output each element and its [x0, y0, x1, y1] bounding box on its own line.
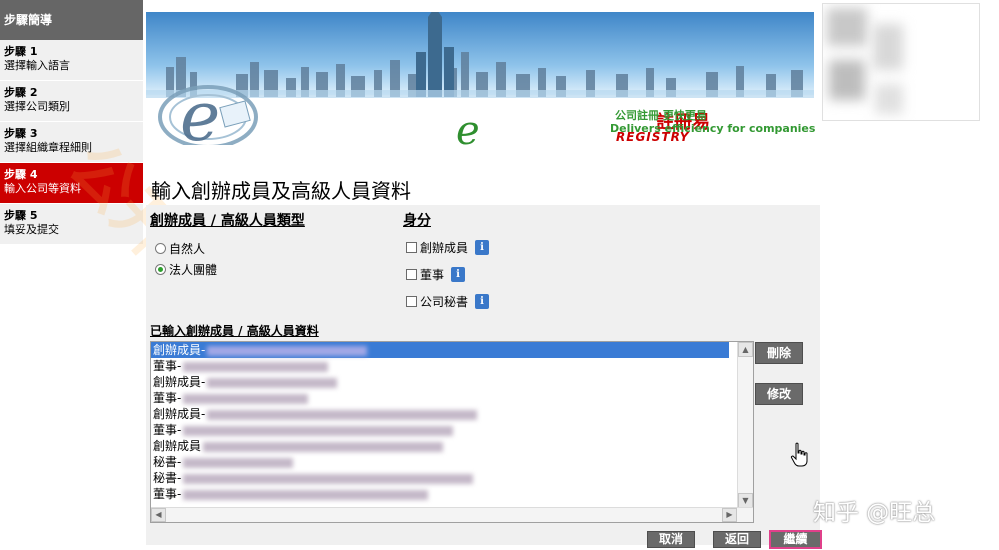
blurred-image	[822, 3, 980, 121]
slogan-en: Delivers efficiency for companies	[610, 122, 816, 135]
svg-text:e: e	[456, 108, 480, 145]
list-item[interactable]: 創辦成員-	[151, 406, 729, 422]
role-option-founder[interactable]: 創辦成員 i	[406, 239, 490, 256]
info-icon[interactable]: i	[451, 267, 466, 282]
scroll-down-icon[interactable]: ▼	[738, 493, 753, 508]
redacted-text	[183, 425, 454, 436]
members-listbox[interactable]: 創辦成員- 董事- 創辦成員- 董事- 創辦成員- 董事- 創辦成員 秘書- 秘…	[150, 341, 754, 523]
list-item[interactable]: 秘書-	[151, 454, 729, 470]
list-item[interactable]: 創辦成員	[151, 438, 729, 454]
scroll-left-icon[interactable]: ◀	[151, 508, 166, 522]
info-icon[interactable]: i	[475, 240, 490, 255]
form-panel: 創辦成員 / 高級人員類型 自然人 法人團體 身分 創辦成員 i 董事 i 公司…	[146, 205, 820, 545]
type-option-corporate-body[interactable]: 法人團體	[155, 261, 217, 278]
step-number: 步驟 1	[4, 45, 38, 58]
info-icon[interactable]: i	[475, 294, 490, 309]
redacted-text	[183, 393, 309, 404]
page-title: 輸入創辦成員及高級人員資料	[151, 179, 411, 203]
type-option-natural-person[interactable]: 自然人	[155, 240, 205, 257]
site-watermark: 知乎 @旺总	[813, 500, 936, 526]
option-label: 法人團體	[169, 263, 218, 277]
delete-button[interactable]: 刪除	[755, 342, 803, 364]
radio-natural-person[interactable]	[155, 243, 166, 254]
radio-corporate-body[interactable]	[155, 264, 166, 275]
step-number: 步驟 2	[4, 86, 38, 99]
redacted-text	[183, 361, 329, 372]
member-type-heading: 創辦成員 / 高級人員類型	[150, 213, 305, 229]
sidebar-step-1[interactable]: 步驟 1 選擇輸入語言	[0, 40, 143, 81]
scroll-right-icon[interactable]: ▶	[722, 508, 737, 522]
continue-button[interactable]: 繼續	[769, 530, 822, 549]
entered-members-heading: 已輸入創辦成員 / 高級人員資料	[150, 324, 319, 338]
role-option-director[interactable]: 董事 i	[406, 266, 466, 283]
redacted-text	[203, 441, 444, 452]
redacted-text	[183, 457, 294, 468]
back-button[interactable]: 返回	[713, 531, 761, 548]
redacted-text	[207, 377, 338, 388]
step-label: 選擇輸入語言	[4, 59, 70, 72]
list-item[interactable]: 秘書-	[151, 470, 729, 486]
redacted-text	[183, 489, 429, 500]
list-item[interactable]: 董事-	[151, 486, 729, 502]
list-item[interactable]: 創辦成員-	[151, 342, 729, 358]
checkbox-secretary[interactable]	[406, 296, 417, 307]
scroll-up-icon[interactable]: ▲	[738, 342, 753, 357]
hand-cursor-icon	[790, 442, 808, 467]
list-item[interactable]: 創辦成員-	[151, 374, 729, 390]
step-sidebar: 步驟簡導 步驟 1 選擇輸入語言 步驟 2 選擇公司類別 步驟 3 選擇組織章程…	[0, 0, 143, 550]
option-label: 董事	[420, 268, 445, 282]
svg-text:e: e	[180, 78, 220, 145]
list-item[interactable]: 董事-	[151, 422, 729, 438]
redacted-text	[207, 409, 478, 420]
slogan-cn: 公司註冊 更快更易	[615, 109, 707, 122]
sidebar-step-2[interactable]: 步驟 2 選擇公司類別	[0, 81, 143, 122]
option-label: 自然人	[169, 242, 206, 256]
checkbox-director[interactable]	[406, 269, 417, 280]
option-label: 公司秘書	[420, 295, 469, 309]
redacted-text	[207, 345, 368, 356]
cancel-button[interactable]: 取消	[647, 531, 695, 548]
list-item[interactable]: 董事-	[151, 390, 729, 406]
checkbox-founder[interactable]	[406, 242, 417, 253]
list-item[interactable]: 董事-	[151, 358, 729, 374]
horizontal-scrollbar[interactable]: ◀ ▶	[151, 507, 753, 522]
sidebar-heading: 步驟簡導	[0, 0, 143, 40]
role-heading: 身分	[403, 213, 431, 229]
step-label: 選擇公司類別	[4, 100, 70, 113]
role-option-secretary[interactable]: 公司秘書 i	[406, 293, 490, 310]
redacted-text	[183, 473, 474, 484]
vertical-scrollbar[interactable]: ▲ ▼	[737, 342, 753, 508]
edit-button[interactable]: 修改	[755, 383, 803, 405]
option-label: 創辦成員	[420, 241, 469, 255]
